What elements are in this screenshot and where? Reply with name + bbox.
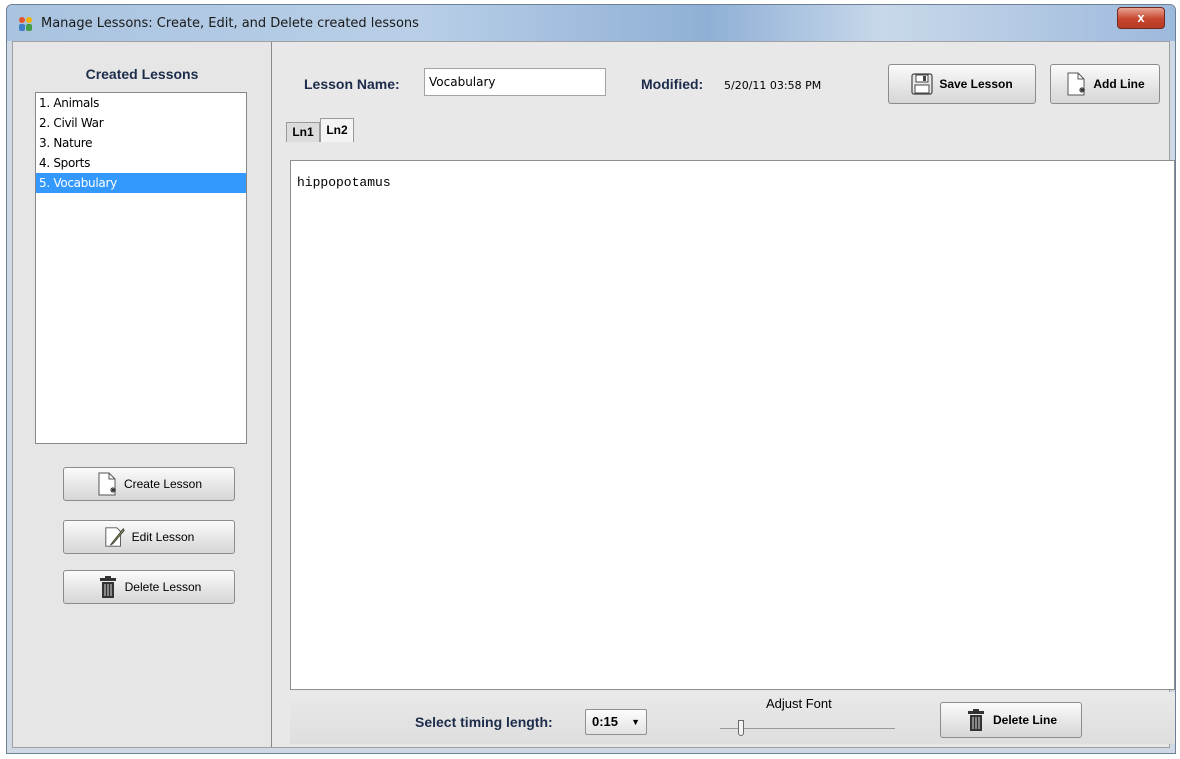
edit-lesson-button[interactable]: Edit Lesson [63, 520, 235, 554]
new-document-icon [96, 471, 118, 497]
font-size-slider-track[interactable] [720, 728, 895, 729]
modified-label: Modified: [641, 76, 704, 92]
created-lessons-heading: Created Lessons [85, 66, 199, 82]
delete-lesson-label: Delete Lesson [124, 580, 202, 594]
lessons-sidebar: Created Lessons 1. Animals 2. Civil War … [13, 42, 272, 747]
delete-line-label: Delete Line [992, 713, 1058, 727]
font-size-slider-thumb[interactable] [737, 720, 744, 736]
window-title: Manage Lessons: Create, Edit, and Delete… [41, 16, 419, 31]
window-content: Created Lessons 1. Animals 2. Civil War … [12, 41, 1175, 748]
timing-length-label: Select timing length: [415, 714, 553, 730]
adjust-font-label: Adjust Font [766, 696, 832, 711]
line-text-editor[interactable]: hippopotamus [290, 160, 1175, 690]
save-lesson-label: Save Lesson [939, 77, 1013, 91]
tab-ln2[interactable]: Ln2 [320, 118, 354, 142]
new-document-icon [1065, 71, 1087, 97]
edit-lesson-label: Edit Lesson [131, 530, 195, 544]
manage-lessons-window: Manage Lessons: Create, Edit, and Delete… [6, 4, 1176, 754]
lesson-item-selected[interactable]: 5. Vocabulary [36, 173, 246, 193]
timing-length-value: 0:15 [592, 714, 619, 729]
add-line-label: Add Line [1093, 77, 1145, 91]
delete-line-button[interactable]: Delete Line [940, 702, 1082, 738]
floppy-disk-icon [911, 71, 933, 97]
editor-footer: Select timing length: 0:15 ▼ Adjust Font [290, 692, 1175, 744]
lesson-item[interactable]: 2. Civil War [36, 113, 246, 133]
create-lesson-button[interactable]: Create Lesson [63, 467, 235, 501]
add-line-button[interactable]: Add Line [1050, 64, 1160, 104]
delete-lesson-button[interactable]: Delete Lesson [63, 570, 235, 604]
app-people-icon [17, 15, 35, 33]
pencil-document-icon [104, 524, 126, 550]
chevron-down-icon: ▼ [631, 717, 640, 727]
save-lesson-button[interactable]: Save Lesson [888, 64, 1036, 104]
close-button[interactable]: x [1117, 7, 1165, 29]
trash-can-icon [97, 574, 119, 600]
modified-value: 5/20/11 03:58 PM [724, 79, 822, 92]
trash-can-icon [965, 707, 987, 733]
title-bar[interactable]: Manage Lessons: Create, Edit, and Delete… [7, 5, 1175, 41]
create-lesson-label: Create Lesson [123, 477, 203, 491]
lesson-name-input[interactable] [424, 68, 606, 96]
lesson-item[interactable]: 3. Nature [36, 133, 246, 153]
lesson-item[interactable]: 1. Animals [36, 93, 246, 113]
lesson-item[interactable]: 4. Sports [36, 153, 246, 173]
timing-length-select[interactable]: 0:15 ▼ [585, 709, 647, 735]
lesson-list[interactable]: 1. Animals 2. Civil War 3. Nature 4. Spo… [35, 92, 247, 444]
lesson-editor-panel: Lesson Name: Modified: 5/20/11 03:58 PM … [276, 42, 1175, 747]
line-text: hippopotamus [297, 175, 391, 190]
lesson-name-label: Lesson Name: [304, 76, 400, 92]
tab-ln1[interactable]: Ln1 [286, 122, 320, 142]
